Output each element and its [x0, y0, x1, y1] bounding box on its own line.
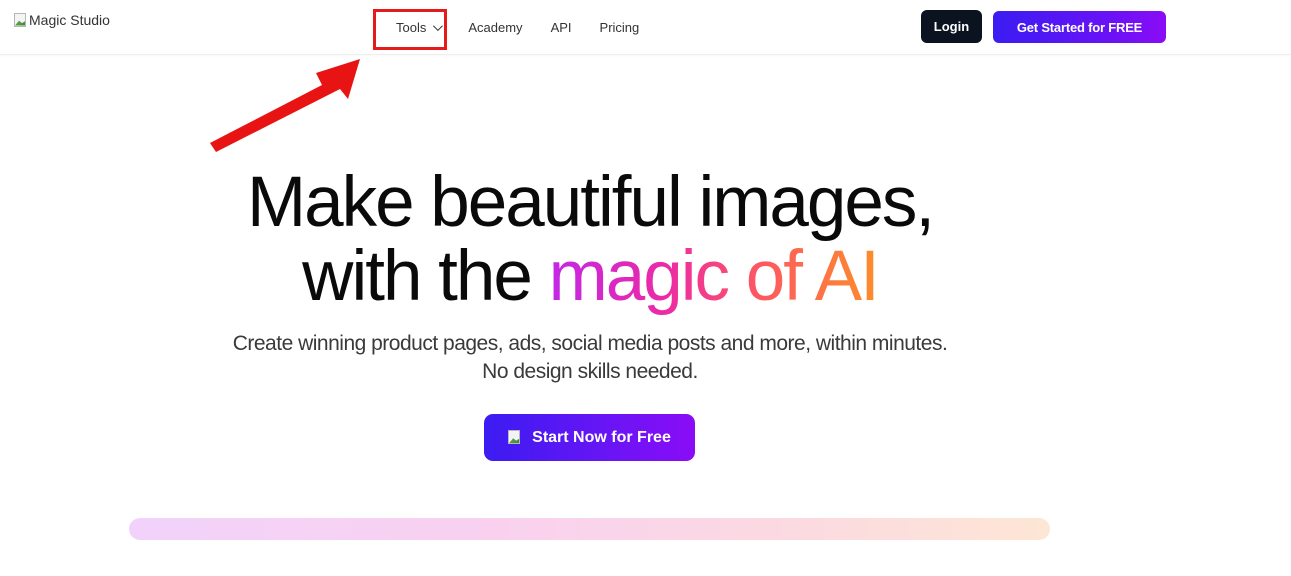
broken-image-icon: [14, 12, 28, 28]
headline-line2: with the magic of AI: [0, 240, 1180, 314]
top-navbar: Magic Studio Tools Academy API Pricing L…: [0, 0, 1291, 55]
menu-item-label: Pricing: [599, 19, 640, 35]
broken-image-icon: [508, 430, 522, 445]
menu-item-label: API: [550, 19, 572, 35]
logo-link[interactable]: Magic Studio: [14, 12, 110, 28]
hero-subtitle: Create winning product pages, ads, socia…: [0, 330, 1180, 386]
annotation-arrow-icon: [210, 59, 360, 152]
subtitle-line1: Create winning product pages, ads, socia…: [232, 332, 948, 355]
headline-gradient-text: magic of AI: [548, 237, 880, 316]
headline-plain-text: with the: [302, 237, 549, 316]
menu-item-pricing[interactable]: Pricing: [600, 20, 640, 35]
hero-headline: Make beautiful images, with the magic of…: [0, 166, 1180, 314]
annotation-highlight-box: [373, 9, 447, 50]
start-now-button[interactable]: Start Now for Free: [484, 414, 695, 461]
get-started-button[interactable]: Get Started for FREE: [993, 11, 1166, 43]
menu-item-academy[interactable]: Academy: [468, 20, 522, 35]
login-button[interactable]: Login: [921, 10, 982, 43]
headline-line1: Make beautiful images,: [246, 163, 935, 242]
subtitle-line2: No design skills needed.: [482, 360, 698, 383]
menu-item-api[interactable]: API: [551, 20, 572, 35]
menu-item-label: Academy: [468, 19, 523, 35]
cta-label: Start Now for Free: [532, 428, 671, 446]
gradient-decoration-bar: [129, 518, 1050, 540]
logo-alt-text: Magic Studio: [29, 12, 110, 28]
